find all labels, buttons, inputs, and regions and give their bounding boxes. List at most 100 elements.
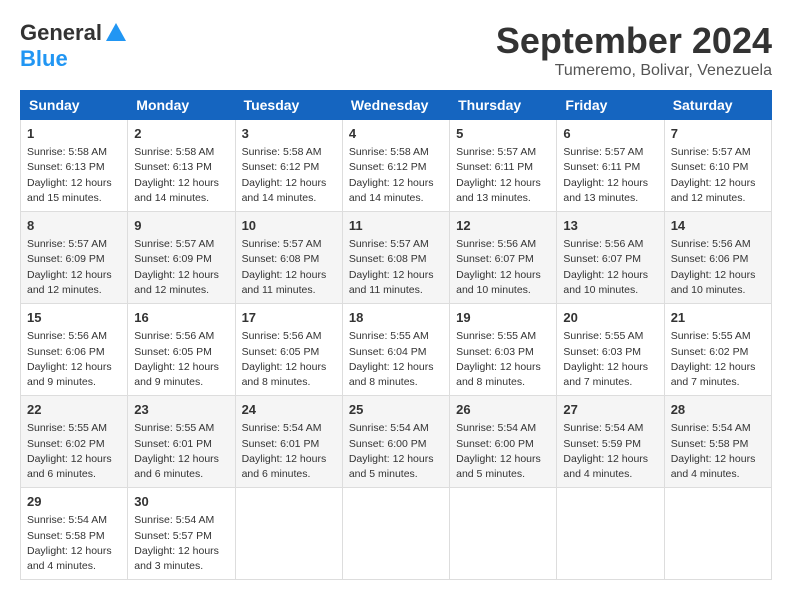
day-number: 10 [242,217,336,235]
calendar-cell: 28 Sunrise: 5:54 AMSunset: 5:58 PMDayligh… [664,396,771,488]
calendar-cell: 5Sunrise: 5:57 AMSunset: 6:11 PMDaylight… [450,120,557,212]
weekday-header-sunday: Sunday [21,91,128,120]
month-title: September 2024 [496,20,772,62]
day-number: 6 [563,125,657,143]
logo-blue-text: Blue [20,46,68,72]
calendar-cell [557,488,664,580]
day-number: 27 [563,401,657,419]
calendar-cell: 19Sunrise: 5:55 AMSunset: 6:03 PMDayligh… [450,304,557,396]
day-info: Sunrise: 5:54 AMSunset: 6:01 PMDaylight:… [242,421,336,482]
day-number: 30 [134,493,228,511]
calendar-cell: 14 Sunrise: 5:56 AMSunset: 6:06 PMDayligh… [664,212,771,304]
weekday-header-thursday: Thursday [450,91,557,120]
day-info: Sunrise: 5:57 AMSunset: 6:09 PMDaylight:… [134,237,228,298]
weekday-header-saturday: Saturday [664,91,771,120]
calendar-cell: 7 Sunrise: 5:57 AMSunset: 6:10 PMDaylight… [664,120,771,212]
calendar-cell [664,488,771,580]
logo: General Blue [20,20,128,72]
day-number: 11 [349,217,443,235]
day-number: 29 [27,493,121,511]
day-info: Sunrise: 5:58 AMSunset: 6:13 PMDaylight:… [27,145,121,206]
calendar-table: SundayMondayTuesdayWednesdayThursdayFrid… [20,90,772,580]
day-info: Sunrise: 5:55 AMSunset: 6:03 PMDaylight:… [563,329,657,390]
calendar-cell: 11 Sunrise: 5:57 AMSunset: 6:08 PMDayligh… [342,212,449,304]
day-number: 25 [349,401,443,419]
calendar-cell: 24Sunrise: 5:54 AMSunset: 6:01 PMDayligh… [235,396,342,488]
location-text: Tumeremo, Bolivar, Venezuela [496,62,772,80]
day-info: Sunrise: 5:58 AMSunset: 6:13 PMDaylight:… [134,145,228,206]
day-number: 3 [242,125,336,143]
calendar-cell: 20 Sunrise: 5:55 AMSunset: 6:03 PMDayligh… [557,304,664,396]
day-info: Sunrise: 5:54 AMSunset: 5:57 PMDaylight:… [134,513,228,574]
day-info: Sunrise: 5:55 AMSunset: 6:02 PMDaylight:… [671,329,765,390]
day-number: 15 [27,309,121,327]
day-info: Sunrise: 5:54 AMSunset: 6:00 PMDaylight:… [456,421,550,482]
calendar-cell: 12Sunrise: 5:56 AMSunset: 6:07 PMDayligh… [450,212,557,304]
weekday-header-monday: Monday [128,91,235,120]
day-info: Sunrise: 5:57 AMSunset: 6:08 PMDaylight:… [242,237,336,298]
day-number: 8 [27,217,121,235]
calendar-cell: 8 Sunrise: 5:57 AMSunset: 6:09 PMDaylight… [21,212,128,304]
calendar-cell: 30 Sunrise: 5:54 AMSunset: 5:57 PMDayligh… [128,488,235,580]
day-number: 2 [134,125,228,143]
day-info: Sunrise: 5:57 AMSunset: 6:09 PMDaylight:… [27,237,121,298]
day-info: Sunrise: 5:54 AMSunset: 5:58 PMDaylight:… [27,513,121,574]
day-info: Sunrise: 5:55 AMSunset: 6:01 PMDaylight:… [134,421,228,482]
calendar-cell: 6 Sunrise: 5:57 AMSunset: 6:11 PMDaylight… [557,120,664,212]
day-number: 28 [671,401,765,419]
day-number: 9 [134,217,228,235]
calendar-cell: 29 Sunrise: 5:54 AMSunset: 5:58 PMDayligh… [21,488,128,580]
calendar-cell: 4 Sunrise: 5:58 AMSunset: 6:12 PMDaylight… [342,120,449,212]
calendar-cell: 16 Sunrise: 5:56 AMSunset: 6:05 PMDayligh… [128,304,235,396]
day-info: Sunrise: 5:56 AMSunset: 6:07 PMDaylight:… [456,237,550,298]
day-number: 23 [134,401,228,419]
day-number: 21 [671,309,765,327]
calendar-cell: 21 Sunrise: 5:55 AMSunset: 6:02 PMDayligh… [664,304,771,396]
day-info: Sunrise: 5:54 AMSunset: 5:59 PMDaylight:… [563,421,657,482]
calendar-cell [450,488,557,580]
day-info: Sunrise: 5:57 AMSunset: 6:08 PMDaylight:… [349,237,443,298]
day-number: 22 [27,401,121,419]
day-info: Sunrise: 5:55 AMSunset: 6:02 PMDaylight:… [27,421,121,482]
day-info: Sunrise: 5:56 AMSunset: 6:05 PMDaylight:… [242,329,336,390]
calendar-cell: 17 Sunrise: 5:56 AMSunset: 6:05 PMDayligh… [235,304,342,396]
calendar-cell: 23 Sunrise: 5:55 AMSunset: 6:01 PMDayligh… [128,396,235,488]
calendar-cell: 27 Sunrise: 5:54 AMSunset: 5:59 PMDayligh… [557,396,664,488]
day-info: Sunrise: 5:57 AMSunset: 6:11 PMDaylight:… [563,145,657,206]
weekday-header-tuesday: Tuesday [235,91,342,120]
day-number: 18 [349,309,443,327]
logo-general-text: General [20,20,102,46]
day-info: Sunrise: 5:58 AMSunset: 6:12 PMDaylight:… [242,145,336,206]
day-number: 26 [456,401,550,419]
day-number: 4 [349,125,443,143]
calendar-cell: 15 Sunrise: 5:56 AMSunset: 6:06 PMDayligh… [21,304,128,396]
calendar-cell: 9 Sunrise: 5:57 AMSunset: 6:09 PMDaylight… [128,212,235,304]
day-info: Sunrise: 5:55 AMSunset: 6:03 PMDaylight:… [456,329,550,390]
day-number: 14 [671,217,765,235]
calendar-cell [235,488,342,580]
calendar-cell [342,488,449,580]
day-info: Sunrise: 5:58 AMSunset: 6:12 PMDaylight:… [349,145,443,206]
day-number: 20 [563,309,657,327]
day-info: Sunrise: 5:56 AMSunset: 6:05 PMDaylight:… [134,329,228,390]
day-info: Sunrise: 5:54 AMSunset: 5:58 PMDaylight:… [671,421,765,482]
page-header: General Blue September 2024 Tumeremo, Bo… [20,20,772,80]
day-number: 13 [563,217,657,235]
day-info: Sunrise: 5:57 AMSunset: 6:10 PMDaylight:… [671,145,765,206]
day-number: 7 [671,125,765,143]
calendar-cell: 22 Sunrise: 5:55 AMSunset: 6:02 PMDayligh… [21,396,128,488]
day-info: Sunrise: 5:56 AMSunset: 6:06 PMDaylight:… [27,329,121,390]
weekday-header-wednesday: Wednesday [342,91,449,120]
day-info: Sunrise: 5:55 AMSunset: 6:04 PMDaylight:… [349,329,443,390]
calendar-cell: 25Sunrise: 5:54 AMSunset: 6:00 PMDayligh… [342,396,449,488]
day-info: Sunrise: 5:56 AMSunset: 6:06 PMDaylight:… [671,237,765,298]
calendar-cell: 18 Sunrise: 5:55 AMSunset: 6:04 PMDayligh… [342,304,449,396]
day-info: Sunrise: 5:57 AMSunset: 6:11 PMDaylight:… [456,145,550,206]
title-section: September 2024 Tumeremo, Bolivar, Venezu… [496,20,772,80]
day-number: 17 [242,309,336,327]
calendar-cell: 13Sunrise: 5:56 AMSunset: 6:07 PMDayligh… [557,212,664,304]
day-number: 1 [27,125,121,143]
calendar-cell: 26 Sunrise: 5:54 AMSunset: 6:00 PMDayligh… [450,396,557,488]
day-number: 16 [134,309,228,327]
calendar-cell: 1 Sunrise: 5:58 AMSunset: 6:13 PMDaylight… [21,120,128,212]
